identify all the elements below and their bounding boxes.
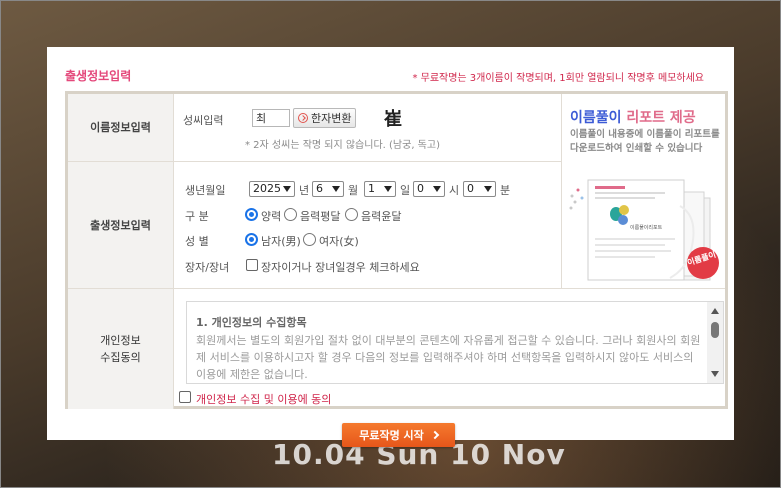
name-info-label: 이름정보입력 (68, 94, 174, 161)
gender-label: 성 별 (185, 235, 209, 248)
radio-solar-label: 양력 (261, 210, 282, 223)
privacy-terms-box[interactable]: 1. 개인정보의 수집항목 회원께서는 별도의 회원가입 절차 없이 대부분의 … (186, 301, 724, 384)
radio-female-label: 여자(女) (319, 235, 359, 248)
radio-solar[interactable] (245, 208, 258, 221)
surname-hint: * 2자 성씨는 작명 되지 않습니다. (남궁, 독고) (245, 140, 440, 151)
day-unit: 일 (400, 184, 411, 197)
consent-label: 개인정보 수집동의 (68, 289, 174, 409)
radio-male-label: 남자(男) (261, 235, 301, 248)
promo-title-prefix: 이름풀이 (570, 110, 622, 126)
chevron-right-icon (430, 430, 440, 440)
surname-label: 성씨입력 (183, 114, 224, 127)
eldest-checkbox[interactable] (246, 259, 258, 271)
surname-input[interactable] (252, 109, 290, 127)
month-unit: 월 (348, 184, 359, 197)
arrow-circle-icon (298, 113, 308, 123)
radio-lunar-normal-label: 음력평달 (300, 210, 341, 223)
radio-lunar-leap-label: 음력윤달 (361, 210, 402, 223)
radio-lunar-normal[interactable] (284, 208, 297, 221)
month-select[interactable]: 6 (312, 181, 344, 197)
radio-female[interactable] (303, 233, 316, 246)
report-preview-image: 이름풀이리포트 이름풀이 (569, 179, 719, 281)
minute-unit: 분 (500, 184, 511, 197)
input-form: 이름정보입력 성씨입력 한자변환 崔 * 2자 성씨는 작명 되지 않습니다. … (65, 91, 728, 409)
birthdate-label: 생년월일 (185, 184, 226, 197)
hanja-convert-label: 한자변환 (311, 112, 352, 125)
report-promo[interactable]: 이름풀이 리포트 제공 이름풀이 내용중에 이름풀이 리포트를 다운로드하여 인… (561, 94, 725, 289)
radio-lunar-leap[interactable] (345, 208, 358, 221)
calendar-type-label: 구 분 (185, 210, 209, 223)
consent-row: 개인정보 수집동의 1. 개인정보의 수집항목 회원께서는 별도의 회원가입 절… (68, 289, 725, 409)
year-select[interactable]: 2025 (249, 181, 295, 197)
hanja-result: 崔 (384, 109, 402, 130)
naming-modal: 출생정보입력 * 무료작명는 3개이름이 작명되며, 1회만 열람되니 작명후 … (47, 47, 734, 447)
eldest-checkbox-label: 장자이거나 장녀일경우 체크하세요 (261, 261, 420, 274)
scroll-down-arrow-icon[interactable] (711, 371, 719, 377)
hour-select[interactable]: 0 (413, 181, 445, 197)
birth-info-label: 출생정보입력 (68, 162, 174, 288)
preview-doc-title: 이름풀이리포트 (630, 224, 663, 231)
free-naming-notice: * 무료작명는 3개이름이 작명되며, 1회만 열람되니 작명후 메모하세요 (412, 73, 704, 84)
terms-body: 회원께서는 별도의 회원가입 절차 없이 대부분의 콘텐츠에 자유롭게 접근할 … (196, 334, 701, 381)
hanja-convert-button[interactable]: 한자변환 (293, 108, 357, 128)
terms-scrollbar[interactable] (707, 302, 723, 383)
terms-heading: 1. 개인정보의 수집항목 (196, 316, 307, 329)
birth-info-row: 출생정보입력 생년월일 2025 년 6 월 1 일 0 시 0 분 구 분 양… (68, 162, 561, 289)
modal-header: 출생정보입력 * 무료작명는 3개이름이 작명되며, 1회만 열람되니 작명후 … (65, 67, 704, 85)
start-button-label: 무료작명 시작 (359, 429, 424, 442)
radio-male[interactable] (245, 233, 258, 246)
start-free-naming-button[interactable]: 무료작명 시작 (342, 423, 455, 447)
name-info-row: 이름정보입력 성씨입력 한자변환 崔 * 2자 성씨는 작명 되지 않습니다. … (68, 94, 561, 162)
scroll-up-arrow-icon[interactable] (711, 308, 719, 314)
modal-title: 출생정보입력 (65, 69, 132, 83)
hour-unit: 시 (449, 184, 460, 197)
promo-description: 이름풀이 내용중에 이름풀이 리포트를 다운로드하여 인쇄할 수 있습니다 (570, 129, 720, 154)
scroll-thumb[interactable] (711, 322, 719, 338)
promo-title: 이름풀이 리포트 제공 (570, 107, 696, 127)
day-select[interactable]: 1 (364, 181, 396, 197)
eldest-label: 장자/장녀 (185, 261, 230, 274)
year-unit: 년 (299, 184, 310, 197)
minute-select[interactable]: 0 (463, 181, 496, 197)
consent-checkbox-label: 개인정보 수집 및 이용에 동의 (196, 393, 332, 406)
consent-checkbox[interactable] (179, 391, 191, 403)
promo-title-highlight: 리포트 제공 (626, 110, 696, 126)
